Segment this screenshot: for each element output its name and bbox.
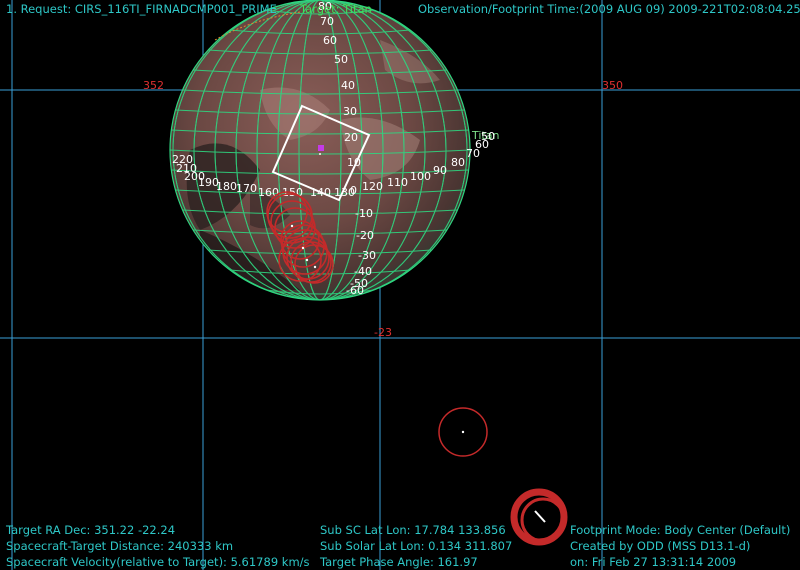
boresight-marker[interactable] — [318, 145, 324, 151]
footprint-center — [301, 246, 305, 250]
latitude-label: -20 — [356, 229, 374, 242]
longitude-label: 160 — [258, 186, 279, 199]
latitude-label: 60 — [323, 34, 337, 47]
longitude-label: 120 — [362, 180, 383, 193]
footprint-center — [305, 258, 309, 262]
target-ra-dec: Target RA Dec: 351.22 -22.24 — [6, 523, 176, 537]
longitude-label: 110 — [387, 176, 408, 189]
longitude-label: 100 — [410, 170, 431, 183]
longitude-label: 50 — [481, 130, 495, 143]
dec-label: -23 — [374, 326, 392, 339]
latitude-label: -30 — [358, 249, 376, 262]
sub-solar-lat-lon: Sub Solar Lat Lon: 0.134 311.807 — [320, 539, 513, 553]
observation-canvas[interactable]: 352 350 -23 Titan 80706050403020100-10-2… — [0, 0, 800, 570]
ra-label-right: 350 — [602, 79, 623, 92]
footprint-mode: Footprint Mode: Body Center (Default) — [570, 523, 791, 537]
latitude-label: 50 — [334, 53, 348, 66]
longitude-label: 180 — [216, 180, 237, 193]
spacecraft-target-distance: Spacecraft-Target Distance: 240333 km — [6, 539, 234, 553]
created-by: Created by ODD (MSS D13.1-d) — [570, 539, 751, 553]
latitude-label: -60 — [346, 284, 364, 297]
spacecraft-velocity: Spacecraft Velocity(relative to Target):… — [6, 555, 310, 569]
longitude-label: 80 — [451, 156, 465, 169]
request-label: 1. Request: CIRS_116TI_FIRNADCMP001_PRIM… — [6, 2, 277, 16]
latitude-label: 20 — [344, 131, 358, 144]
spacecraft-footprint[interactable] — [510, 488, 568, 546]
target-phase-angle: Target Phase Angle: 161.97 — [320, 555, 478, 569]
footprint-center — [290, 224, 294, 228]
latitude-label: -10 — [355, 207, 373, 220]
longitude-label: 170 — [236, 182, 257, 195]
created-on: on: Fri Feb 27 13:31:14 2009 — [570, 555, 737, 569]
latitude-label: 30 — [343, 105, 357, 118]
sub-sc-lat-lon: Sub SC Lat Lon: 17.784 133.856 — [320, 523, 506, 537]
target-label: Target: Titan — [300, 2, 372, 16]
footprint-center — [313, 265, 317, 269]
latitude-label: 70 — [320, 15, 334, 28]
longitude-label: 90 — [433, 164, 447, 177]
footprint-single-center — [461, 430, 465, 434]
observation-time: Observation/Footprint Time:(2009 AUG 09)… — [418, 2, 800, 16]
latitude-label: 40 — [341, 79, 355, 92]
boresight-dot — [319, 153, 321, 155]
ra-label-left: 352 — [143, 79, 164, 92]
